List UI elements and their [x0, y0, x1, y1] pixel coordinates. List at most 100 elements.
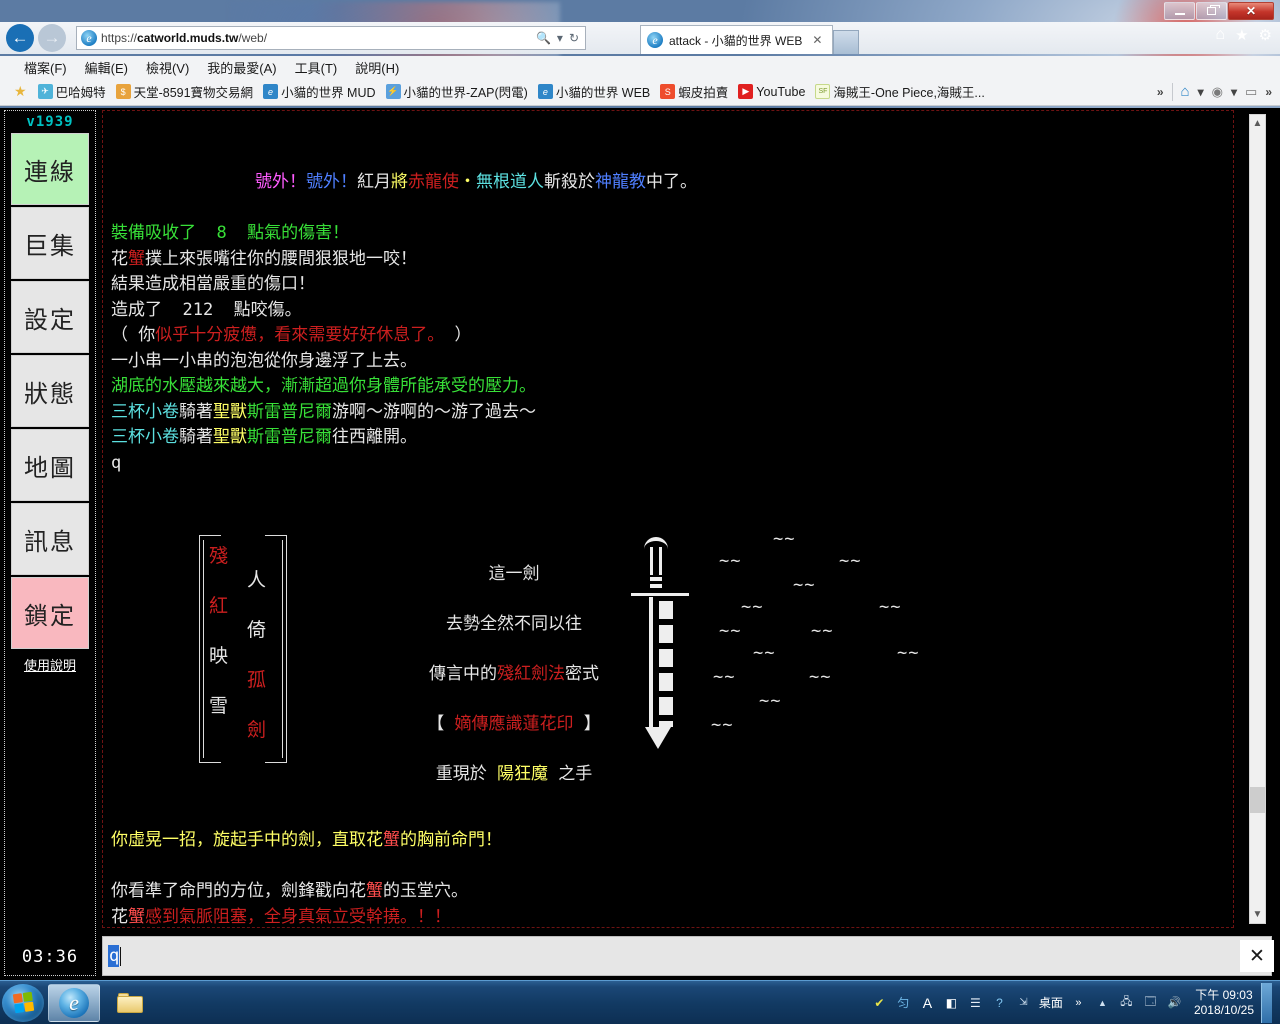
restore-button[interactable]	[1196, 2, 1227, 20]
desktop-tray-label[interactable]: 桌面	[1039, 994, 1063, 1011]
network-error-tray-icon[interactable]: 🖧	[1118, 994, 1135, 1011]
menu-view[interactable]: 檢視(V)	[138, 56, 197, 79]
favorite-catworld-web[interactable]: e 小貓的世界 WEB	[535, 81, 653, 102]
help-link[interactable]: 使用說明	[24, 655, 76, 674]
favorite-bahamut[interactable]: ✈ 巴哈姆特	[35, 81, 109, 102]
sidebar-button-connect[interactable]: 連線	[11, 133, 89, 205]
new-tab-button[interactable]	[833, 30, 860, 54]
terminal-scrollbar[interactable]: ▲ ▼	[1249, 114, 1266, 924]
menu-file[interactable]: 檔案(F)	[16, 56, 75, 79]
favorite-lineage-8591[interactable]: $ 天堂-8591寶物交易網	[113, 81, 256, 102]
wave-glyph: ~~	[793, 575, 816, 595]
sidebar-button-map[interactable]: 地圖	[11, 429, 89, 501]
show-desktop-button[interactable]	[1261, 982, 1272, 1023]
ime-logo-tray-icon[interactable]: 匀	[895, 994, 912, 1011]
sidebar-button-lock[interactable]: 鎖定	[11, 577, 89, 649]
sidebar-button-status[interactable]: 狀態	[11, 355, 89, 427]
favorite-catworld-mud[interactable]: e 小貓的世界 MUD	[260, 81, 378, 102]
terminal-line: 湖底的水壓越來越大，漸漸超過你身體所能承受的壓力。	[111, 374, 1223, 400]
gear-icon[interactable]: ⚙	[1259, 26, 1272, 44]
refresh-icon[interactable]: ↻	[569, 31, 579, 45]
poem-text-span: 】	[573, 714, 601, 734]
sword-art	[631, 531, 691, 751]
home-icon[interactable]: ⌂	[1181, 83, 1190, 100]
notes-tray-icon[interactable]: ✔	[871, 994, 888, 1011]
home-icon[interactable]: ⌂	[1215, 26, 1225, 44]
favorite-shopee[interactable]: S 蝦皮拍賣	[657, 81, 731, 102]
wave-glyph: ~~	[773, 529, 796, 549]
close-button[interactable]: ✕	[1228, 2, 1274, 20]
version-label: v1939	[26, 114, 74, 130]
favorites-icon[interactable]: ★	[1235, 26, 1248, 44]
back-button[interactable]: ←	[6, 24, 34, 52]
explorer-taskbar-item[interactable]	[104, 984, 156, 1022]
help-tray-icon[interactable]: ?	[991, 994, 1008, 1011]
close-icon: ✕	[1245, 4, 1257, 18]
wave-glyph: ~~	[811, 621, 834, 641]
tab-close-icon[interactable]: ✕	[808, 33, 826, 47]
action-center-tray-icon[interactable]: 🗔	[1142, 994, 1159, 1011]
search-icon[interactable]: 🔍	[536, 31, 551, 45]
sidebar-button-settings[interactable]: 設定	[11, 281, 89, 353]
art-canvas: 殘人紅倚映孤雪劍 這一劍 去勢全然不同以往 傳言中的殘紅劍法密式【 嫡傳應識蓮花印 】…	[111, 527, 1223, 784]
favorites-bar-right: » ⌂ ▾ ◉ ▾ ▭ »	[1157, 82, 1280, 101]
ime-options-tray-icon[interactable]: ⇲	[1015, 994, 1032, 1011]
ime-shape-tray-icon[interactable]: ◧	[943, 994, 960, 1011]
favorite-onepiece[interactable]: SF 海賊王-One Piece,海賊王...	[812, 81, 987, 102]
clock-time: 下午 09:03	[1195, 987, 1253, 1002]
scroll-down-icon[interactable]: ▼	[1250, 906, 1265, 923]
tray-overflow-icon[interactable]: »	[1070, 994, 1087, 1011]
mail-icon[interactable]: ▭	[1245, 84, 1257, 100]
menu-edit[interactable]: 編輯(E)	[77, 56, 136, 79]
menu-bar: 檔案(F) 編輯(E) 檢視(V) 我的最愛(A) 工具(T) 說明(H)	[0, 56, 1280, 78]
address-bar-url: https://catworld.muds.tw/web/	[101, 31, 268, 45]
ie-icon	[59, 987, 89, 1018]
terminal-text: 號外！	[255, 172, 306, 192]
menu-tools[interactable]: 工具(T)	[287, 56, 346, 79]
scrollbar-track[interactable]	[1250, 132, 1265, 906]
feed-icon[interactable]: ◉	[1212, 84, 1223, 100]
forward-button[interactable]: →	[38, 24, 66, 52]
volume-tray-icon[interactable]: 🔊	[1166, 994, 1183, 1011]
wave-glyph: ~~	[809, 667, 832, 687]
poem-text-span: 之手	[548, 764, 593, 784]
minimize-button[interactable]	[1164, 2, 1195, 20]
menu-favorites[interactable]: 我的最愛(A)	[199, 56, 284, 79]
chevron-down-icon[interactable]: ▾	[1231, 85, 1237, 99]
scroll-up-icon[interactable]: ▲	[1250, 115, 1265, 132]
mud-command-input[interactable]: q	[102, 936, 1272, 976]
money-bag-icon: $	[115, 84, 131, 99]
favorites-star-icon[interactable]: ★	[14, 83, 27, 100]
taskbar-clock[interactable]: 下午 09:03 2018/10/25	[1194, 988, 1254, 1018]
poem-text-span: 嫡傳應識蓮花印	[454, 714, 574, 734]
input-close-button[interactable]: ✕	[1240, 940, 1274, 972]
menu-help[interactable]: 說明(H)	[347, 56, 407, 79]
tab-active[interactable]: attack - 小貓的世界 WEB ✕	[640, 25, 834, 54]
start-button[interactable]	[2, 983, 44, 1022]
poem-text-span: 重現於	[435, 764, 497, 784]
poem-character: 映	[209, 645, 229, 667]
favorite-catworld-zap[interactable]: ⚡ 小貓的世界-ZAP(閃電)	[383, 81, 531, 102]
ime-tools-tray-icon[interactable]: ☰	[967, 994, 984, 1011]
favorites-overflow-icon[interactable]: »	[1157, 85, 1164, 99]
wave-glyph: ~~	[839, 551, 862, 571]
tray-expand-icon[interactable]: ▲	[1094, 994, 1111, 1011]
address-bar[interactable]: https://catworld.muds.tw/web/ 🔍 ▾ ↻	[76, 26, 586, 50]
chevron-down-icon[interactable]: ▾	[1198, 85, 1204, 99]
toolbar-overflow-icon[interactable]: »	[1265, 85, 1272, 99]
ime-mode-tray-icon[interactable]: A	[919, 994, 936, 1011]
favorite-youtube[interactable]: ▶ YouTube	[735, 83, 808, 100]
chevron-down-icon[interactable]: ▾	[557, 31, 563, 45]
terminal-line: 裝備吸收了 8 點氣的傷害！	[111, 221, 1223, 247]
sword-grip-right	[659, 547, 662, 575]
poem-box-top-gap	[221, 534, 265, 537]
page-ie-icon	[81, 30, 97, 46]
shopee-icon: S	[660, 84, 676, 99]
sidebar-button-macro[interactable]: 巨集	[11, 207, 89, 279]
ie-taskbar-item[interactable]	[48, 983, 100, 1022]
wave-glyph: ~~	[713, 667, 736, 687]
scrollbar-thumb[interactable]	[1250, 787, 1265, 813]
terminal-text: 裝備吸收了 8 點氣的傷害！	[111, 223, 350, 243]
sidebar-button-messages[interactable]: 訊息	[11, 503, 89, 575]
terminal-text: 蟹	[366, 881, 383, 901]
